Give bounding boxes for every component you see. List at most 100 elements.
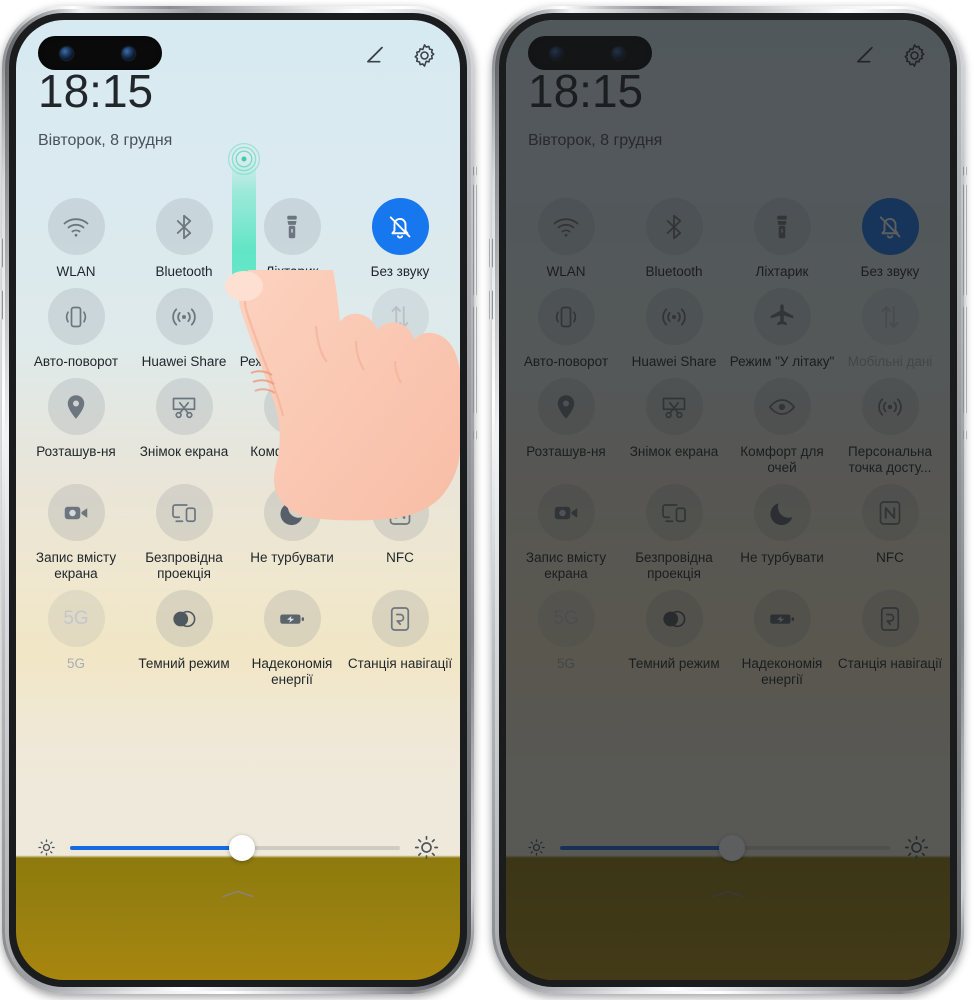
volume-up-button[interactable] [963, 184, 967, 296]
brightness-track[interactable] [560, 834, 890, 861]
tile-icon-wrap [47, 288, 105, 345]
left-side-button-2[interactable] [489, 290, 493, 320]
volume-up-button[interactable] [473, 184, 477, 296]
tile-bluetooth[interactable]: Bluetooth [620, 198, 728, 280]
auto-rotate-icon [551, 302, 581, 332]
pencil-edit-icon[interactable] [363, 43, 389, 69]
brightness-thumb[interactable] [228, 834, 255, 861]
tile-nfc[interactable]: NFC [346, 484, 454, 582]
tile-mobile-data[interactable]: Мобільні дані [836, 288, 944, 370]
tile-location[interactable]: Розташув-ня [512, 378, 620, 476]
location-pin-icon [67, 394, 85, 419]
tile-label: Комфорт для очей [740, 444, 824, 475]
battery-saver-icon [280, 614, 304, 624]
tile-5g[interactable]: 5G 5G [512, 590, 620, 688]
tile-dark-mode[interactable]: Темний режим [130, 590, 238, 688]
tile-do-not-disturb[interactable]: Не турбувати [728, 484, 836, 582]
left-side-button-2[interactable] [0, 290, 3, 320]
tile-bluetooth[interactable]: Bluetooth [130, 198, 238, 280]
brightness-track[interactable] [70, 834, 400, 861]
tile-label: Запис вмісту екрана [525, 550, 607, 581]
tile-do-not-disturb[interactable]: Не турбувати [238, 484, 346, 582]
tile-icon-wrap [371, 590, 429, 647]
power-button[interactable] [473, 430, 477, 440]
tile-icon-wrap [645, 288, 703, 345]
panel-collapse-handle[interactable] [506, 888, 950, 900]
brightness-low-icon [38, 839, 55, 856]
phone-right: 18:15 Вівторок, 8 грудня WLAN Bluetooth … [489, 6, 967, 994]
gear-icon[interactable] [901, 42, 928, 69]
tile-label: Bluetooth [155, 264, 213, 279]
tile-screenshot[interactable]: Знімок екрана [620, 378, 728, 476]
volume-down-button[interactable] [963, 306, 967, 414]
tile-location[interactable]: Розташув-ня [22, 378, 130, 476]
bell-mute-icon [385, 212, 415, 242]
tile-nfc[interactable]: NFC [836, 484, 944, 582]
volume-down-button[interactable] [473, 306, 477, 414]
gear-icon[interactable] [411, 42, 438, 69]
screenshot-icon [169, 392, 199, 422]
tile-icon-wrap [861, 484, 919, 541]
tile-dark-mode[interactable]: Темний режим [620, 590, 728, 688]
tile-icon-wrap [753, 378, 811, 435]
panel-collapse-handle[interactable] [16, 888, 460, 900]
tile-label: Знімок екрана [139, 444, 229, 459]
power-button[interactable] [963, 430, 967, 440]
tile-eye-comfort[interactable]: Комфорт для очей [238, 378, 346, 476]
tile-label: 5G [556, 656, 575, 671]
brightness-fill [560, 845, 732, 850]
tile-label: Станція навігації [837, 656, 943, 671]
tile-label: Надекономія енергії [251, 656, 333, 687]
tile-screenshot[interactable]: Знімок екрана [130, 378, 238, 476]
tile-airplane-mode[interactable]: Режим "У літаку" [728, 288, 836, 370]
tile-mobile-data[interactable]: Мобільні дані [346, 288, 454, 370]
left-side-button-1[interactable] [489, 238, 493, 268]
tile-label: WLAN [56, 264, 96, 279]
tile-airplane-mode[interactable]: Режим "У літаку" [238, 288, 346, 370]
tile-icon-wrap [645, 198, 703, 255]
bluetooth-icon [169, 212, 199, 242]
tile-nav-dock[interactable]: Станція навігації [836, 590, 944, 688]
brightness-thumb[interactable] [718, 834, 745, 861]
left-side-button-1[interactable] [0, 238, 3, 268]
tile-label: Безпровідна проекція [145, 550, 223, 581]
tile-wlan[interactable]: WLAN [512, 198, 620, 280]
tile-wireless-projection[interactable]: Безпровідна проекція [130, 484, 238, 582]
tile-huawei-share[interactable]: Huawei Share [620, 288, 728, 370]
tile-label: NFC [876, 550, 904, 565]
tile-hotspot[interactable]: Персональна точка досту... [836, 378, 944, 476]
phone-screen-left: 18:15 Вівторок, 8 грудня WLAN Bluetooth … [16, 20, 460, 980]
tile-auto-rotate[interactable]: Авто-поворот [22, 288, 130, 370]
tile-icon-wrap [537, 378, 595, 435]
nav-dock-icon [385, 604, 415, 634]
front-camera-lens-1 [60, 46, 73, 60]
tile-5g[interactable]: 5G 5G [22, 590, 130, 688]
mute-switch-button[interactable] [473, 166, 477, 176]
tile-label: Темний режим [138, 656, 230, 671]
tile-screen-record[interactable]: Запис вмісту екрана [22, 484, 130, 582]
mute-switch-button[interactable] [963, 166, 967, 176]
tile-wireless-projection[interactable]: Безпровідна проекція [620, 484, 728, 582]
tile-flashlight[interactable]: Ліхтарик [238, 198, 346, 280]
tile-auto-rotate[interactable]: Авто-поворот [512, 288, 620, 370]
tile-battery-saver[interactable]: Надекономія енергії [238, 590, 346, 688]
tile-silent[interactable]: Без звуку [836, 198, 944, 280]
tile-silent[interactable]: Без звуку [346, 198, 454, 280]
tile-battery-saver[interactable]: Надекономія енергії [728, 590, 836, 688]
tile-huawei-share[interactable]: Huawei Share [130, 288, 238, 370]
tile-eye-comfort[interactable]: Комфорт для очей [728, 378, 836, 476]
pencil-edit-icon[interactable] [853, 43, 879, 69]
tile-screen-record[interactable]: Запис вмісту екрана [512, 484, 620, 582]
tile-flashlight[interactable]: Ліхтарик [728, 198, 836, 280]
brightness-slider-row [526, 834, 930, 861]
tile-hotspot[interactable]: Персональна точка досту... [346, 378, 454, 476]
dual-phone-illustration: 18:15 Вівторок, 8 грудня WLAN Bluetooth … [0, 0, 974, 1000]
tile-wlan[interactable]: WLAN [22, 198, 130, 280]
moon-icon [770, 502, 793, 525]
tile-nav-dock[interactable]: Станція навігації [346, 590, 454, 688]
tile-icon-wrap [263, 198, 321, 255]
tile-label: Мобільні дані [847, 354, 933, 369]
wifi-icon [61, 212, 91, 237]
tile-icon-wrap: 5G [47, 590, 105, 647]
tile-label: Huawei Share [141, 354, 227, 369]
